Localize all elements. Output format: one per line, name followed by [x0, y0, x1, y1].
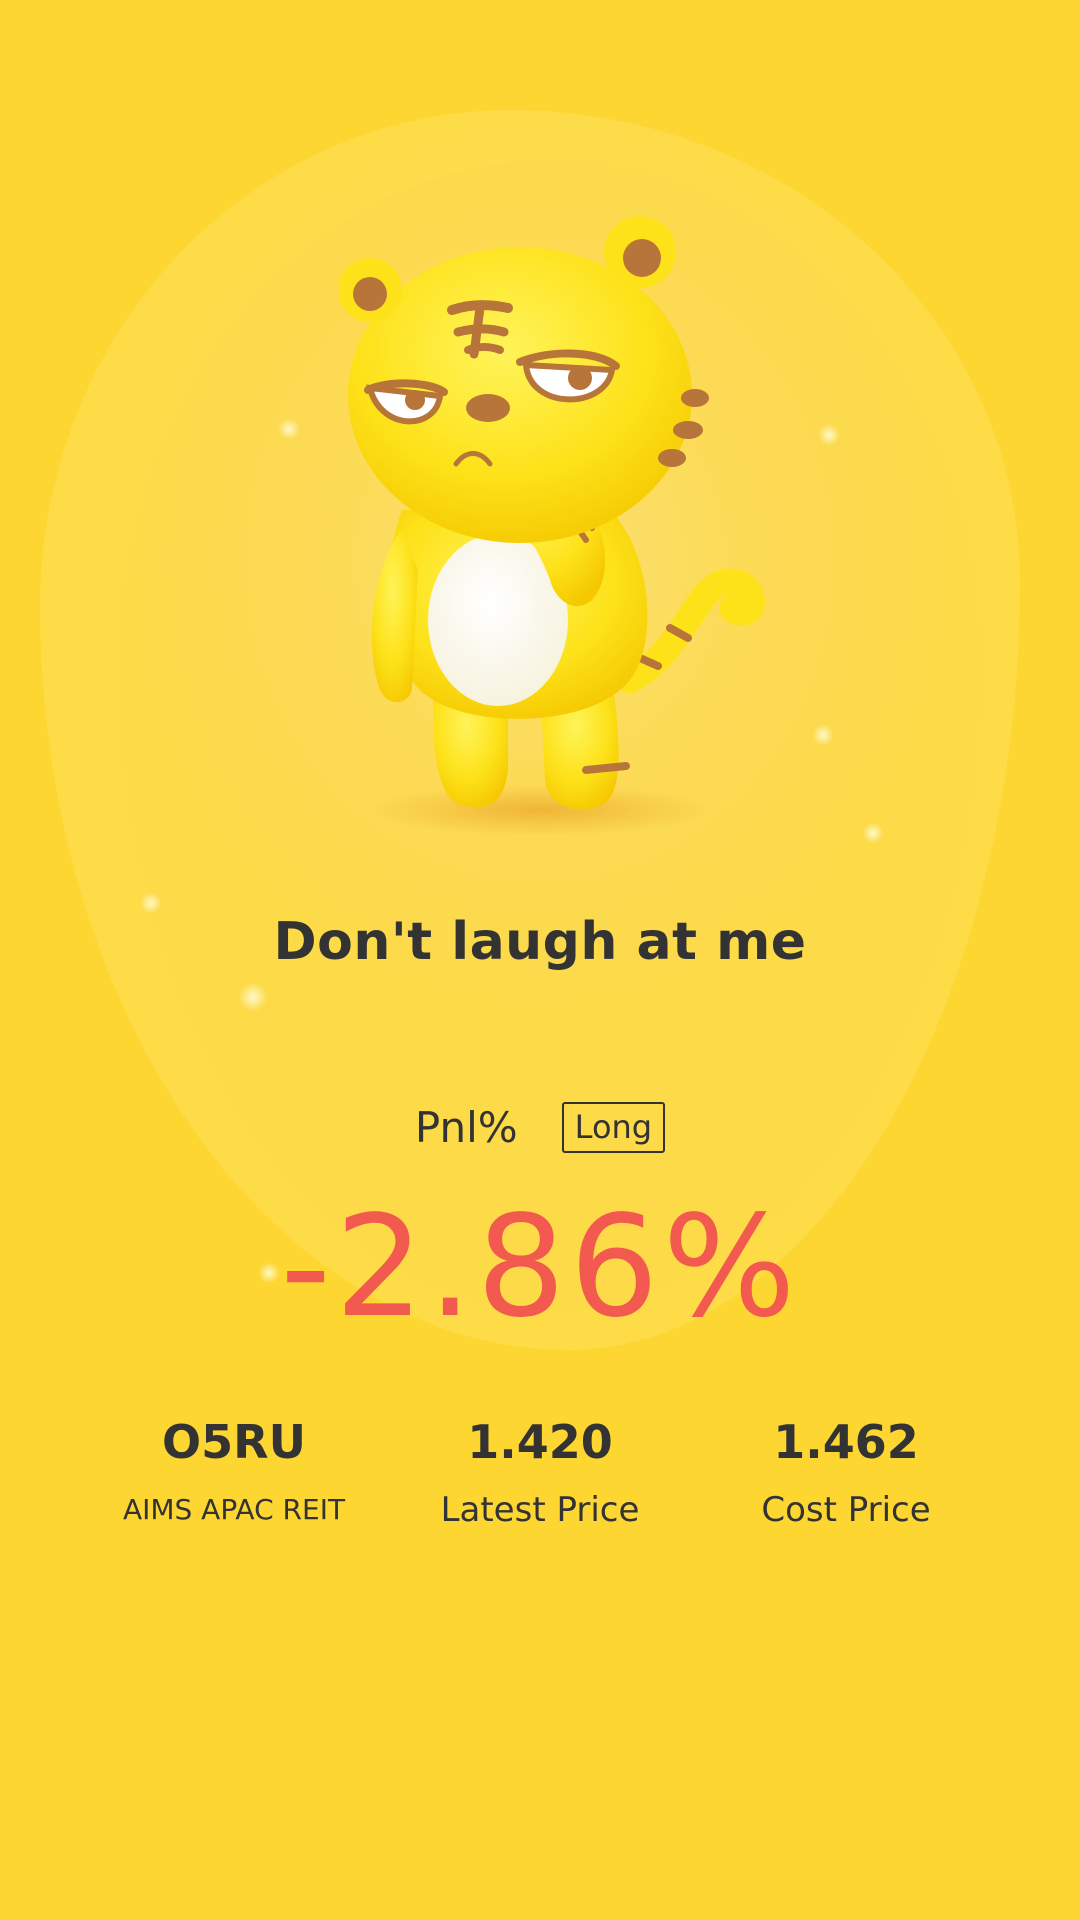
sparkle-icon — [238, 982, 268, 1012]
cost-price-info: 1.462 Cost Price — [686, 1412, 1006, 1532]
pnl-label: Pnl% — [414, 1103, 518, 1152]
sparkle-icon — [862, 822, 884, 844]
latest-price-value: 1.420 — [467, 1415, 613, 1469]
cost-price-value: 1.462 — [773, 1415, 919, 1469]
tiger-mascot-icon — [340, 216, 765, 836]
latest-price-label: Latest Price — [440, 1490, 640, 1530]
position-direction-badge: Long — [561, 1102, 666, 1153]
sparkle-icon — [278, 418, 300, 440]
stock-info: O5RU AIMS APAC REIT — [74, 1412, 394, 1532]
mood-title: Don't laugh at me — [273, 912, 807, 972]
stock-name: AIMS APAC REIT — [122, 1493, 346, 1526]
pnl-percent-value: -2.86% — [280, 1186, 800, 1349]
cost-price-label: Cost Price — [761, 1490, 931, 1530]
sparkle-icon — [812, 724, 834, 746]
sparkle-icon — [140, 892, 162, 914]
pnl-header: Pnl% Long — [0, 1102, 1080, 1153]
latest-price-info: 1.420 Latest Price — [380, 1412, 700, 1532]
sparkle-icon — [818, 424, 840, 446]
stock-code: O5RU — [162, 1415, 306, 1469]
